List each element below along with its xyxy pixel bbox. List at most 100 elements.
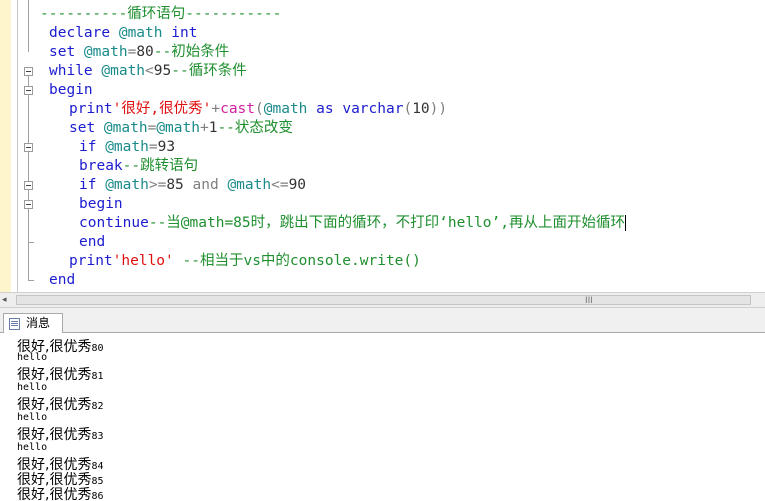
code-token: = xyxy=(127,44,137,60)
code-token: + xyxy=(211,101,221,117)
horizontal-scrollbar[interactable]: ◂ III xyxy=(0,292,765,308)
code-token: as xyxy=(316,101,343,117)
code-line[interactable]: print'很好,很优秀'+cast(@math as varchar(10)) xyxy=(69,100,447,119)
message-line: hello xyxy=(17,412,48,423)
code-line[interactable]: set @math=@math+1--状态改变 xyxy=(69,119,293,138)
code-token: @math xyxy=(103,120,148,136)
code-line[interactable]: ----------循环语句----------- xyxy=(40,5,281,24)
code-token: break xyxy=(79,158,123,174)
collapse-toggle-icon[interactable] xyxy=(24,67,33,76)
message-line: 很好,很优秀83 xyxy=(17,424,104,444)
code-line[interactable]: if @math=93 xyxy=(79,138,175,157)
collapse-toggle-icon[interactable] xyxy=(24,86,33,95)
message-line: 很好,很优秀86 xyxy=(17,484,104,501)
code-token: 93 xyxy=(157,139,176,155)
code-token: 80 xyxy=(136,44,154,60)
code-line[interactable]: continue--当@math=85时，跳出下面的循环，不打印‘hello’,… xyxy=(79,214,626,233)
message-line: hello xyxy=(17,352,48,363)
tab-messages[interactable]: 消息 xyxy=(3,313,63,333)
message-text: 很好,很优秀 xyxy=(17,397,92,413)
code-token: end xyxy=(79,234,106,250)
code-token: 95 xyxy=(153,63,172,79)
message-line: hello xyxy=(17,442,48,453)
code-token: <= xyxy=(271,177,289,193)
code-token: @math xyxy=(105,177,149,193)
message-number: 82 xyxy=(91,401,104,412)
message-line: 很好,很优秀81 xyxy=(17,364,104,384)
code-token: @math xyxy=(105,139,149,155)
code-token: ( xyxy=(255,101,264,117)
code-token: print xyxy=(69,101,113,117)
code-token: continue xyxy=(79,215,149,231)
scroll-grip-icon: III xyxy=(585,296,593,306)
code-token: @math xyxy=(156,120,200,136)
code-token: @math xyxy=(263,101,317,117)
code-line[interactable]: end xyxy=(79,233,105,252)
code-line[interactable]: if @math>=85 and @math<=90 xyxy=(79,176,306,195)
horizontal-scroll-thumb[interactable]: III xyxy=(16,295,751,306)
collapse-toggle-icon[interactable] xyxy=(24,143,33,152)
code-line[interactable]: while @math<95--循环条件 xyxy=(49,62,247,81)
code-token: --跳转语句 xyxy=(122,158,199,174)
code-line[interactable]: begin xyxy=(79,195,123,214)
fold-end-marker xyxy=(28,280,34,281)
code-token: --当@math=85时，跳出下面的循环，不打印‘hello’,再从上面开始循环 xyxy=(148,215,625,231)
code-token: --初始条件 xyxy=(153,44,230,60)
code-token: < xyxy=(145,63,154,79)
code-token: )) xyxy=(429,101,448,117)
message-text: 很好,很优秀 xyxy=(17,427,92,443)
code-token: --状态改变 xyxy=(217,120,293,136)
message-number: 83 xyxy=(91,431,104,442)
code-token: 'hello' xyxy=(112,253,183,269)
messages-icon xyxy=(9,318,20,330)
code-token: 85 xyxy=(166,177,193,193)
editor-margin-line xyxy=(17,0,18,292)
code-token: ----------循环语句----------- xyxy=(40,6,282,22)
code-line[interactable]: print'hello' --相当于vs中的console.write() xyxy=(69,252,421,271)
sql-editor[interactable]: ----------循环语句----------- declare @math i… xyxy=(0,0,765,292)
code-token: if xyxy=(79,139,106,155)
fold-guide-line xyxy=(28,0,29,52)
fold-guide-line xyxy=(28,71,29,280)
text-caret xyxy=(624,215,626,231)
code-token: @math xyxy=(118,25,172,41)
code-token: and xyxy=(192,177,228,193)
code-token: --循环条件 xyxy=(171,63,247,79)
code-token: + xyxy=(199,120,209,136)
message-number: 81 xyxy=(91,371,104,382)
code-token: while xyxy=(49,63,102,79)
code-token: = xyxy=(148,139,158,155)
code-token: set xyxy=(49,44,84,60)
messages-pane[interactable]: 很好,很优秀80 hello 很好,很优秀81 hello 很好,很优秀82 hello 很… xyxy=(0,333,765,501)
code-line[interactable]: declare @math int xyxy=(49,24,197,43)
collapse-toggle-icon[interactable] xyxy=(24,181,33,190)
code-token: ( xyxy=(403,101,413,117)
code-token: if xyxy=(79,177,106,193)
collapse-toggle-icon[interactable] xyxy=(24,200,33,209)
code-line[interactable]: begin xyxy=(49,81,93,100)
code-line[interactable]: end xyxy=(49,271,75,290)
code-token: int xyxy=(171,25,198,41)
code-token: 10 xyxy=(412,101,430,117)
code-line[interactable]: break--跳转语句 xyxy=(79,157,198,176)
message-number: 86 xyxy=(91,491,104,501)
scroll-left-arrow-icon[interactable]: ◂ xyxy=(2,295,12,305)
code-token: cast xyxy=(220,101,256,117)
code-token: begin xyxy=(79,196,123,212)
message-line: hello xyxy=(17,382,48,393)
change-tracking-margin xyxy=(0,0,11,292)
code-token: '很好,很优秀' xyxy=(112,101,212,117)
code-token: print xyxy=(69,253,113,269)
code-token: 90 xyxy=(288,177,307,193)
code-token: set xyxy=(69,120,104,136)
code-token: declare xyxy=(49,25,119,41)
code-token: @math xyxy=(83,44,128,60)
code-line[interactable]: set @math=80--初始条件 xyxy=(49,43,229,62)
code-token: = xyxy=(147,120,157,136)
code-token: varchar xyxy=(342,101,404,117)
code-token: begin xyxy=(49,82,93,98)
results-tab-bar: 消息 xyxy=(0,313,765,333)
message-number: 80 xyxy=(91,343,104,354)
code-token: @math xyxy=(227,177,272,193)
code-token: --相当于vs中的console.write() xyxy=(182,253,421,269)
